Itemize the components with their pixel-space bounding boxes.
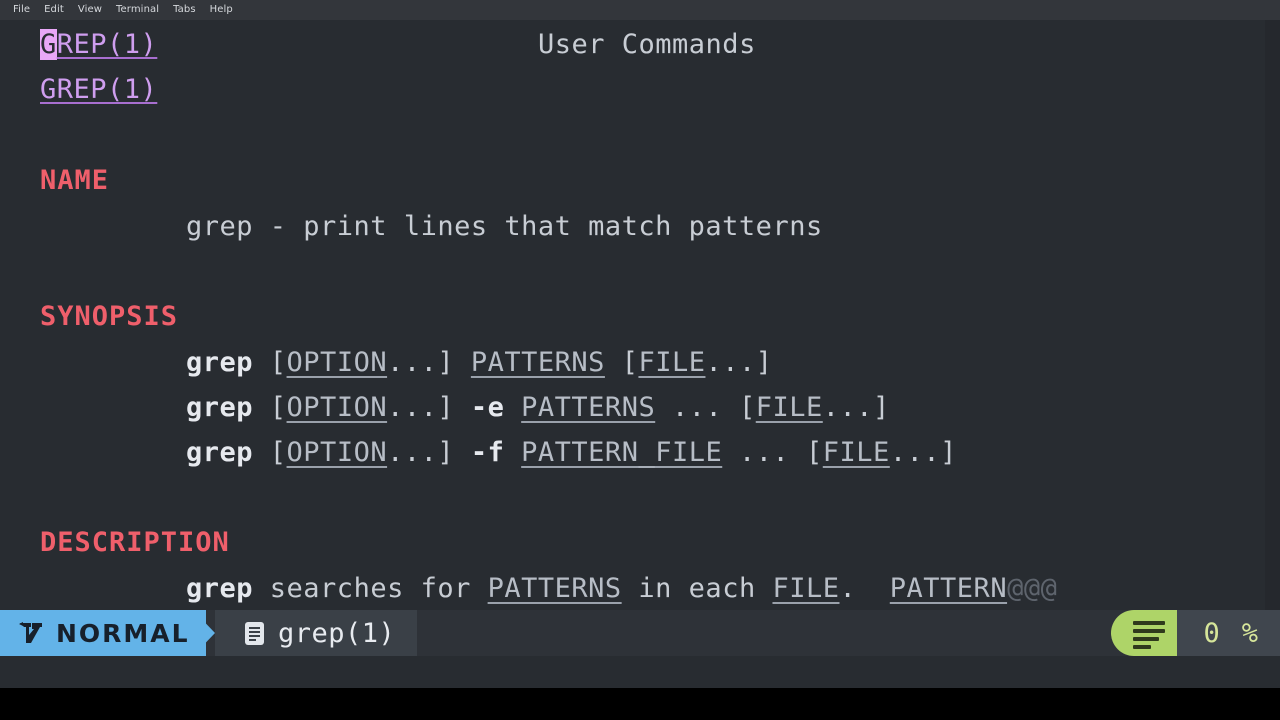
synopsis-punct-mid: ... [ bbox=[655, 392, 756, 423]
manpage-header-center: User Commands bbox=[538, 29, 756, 60]
bottom-letterbox bbox=[0, 688, 1280, 720]
synopsis-flag: -f bbox=[470, 437, 522, 468]
synopsis-command: grep bbox=[186, 392, 254, 423]
vim-logo-icon bbox=[18, 621, 44, 645]
synopsis-arg: PATTERNS bbox=[521, 392, 656, 423]
description-patterns: PATTERNS bbox=[487, 573, 622, 604]
terminal-window: File Edit View Terminal Tabs Help GREP(1… bbox=[0, 0, 1280, 688]
synopsis-punct-mid: [ bbox=[604, 347, 639, 378]
manpage-viewport[interactable]: GREP(1) User Commands GREP(1) NAME grep … bbox=[0, 20, 1265, 610]
synopsis-arg: PATTERN_FILE bbox=[521, 437, 723, 468]
statusline-position-value: 0 bbox=[1203, 617, 1220, 649]
command-line[interactable] bbox=[0, 656, 1280, 688]
synopsis-usage-line: grep [OPTION...] -f PATTERN_FILE ... [FI… bbox=[186, 438, 957, 468]
description-text-3: . bbox=[839, 573, 890, 604]
section-heading-synopsis: SYNOPSIS bbox=[40, 301, 179, 332]
description-pattern: PATTERN bbox=[889, 573, 1008, 604]
statusline-mode-segment: NORMAL bbox=[0, 610, 206, 656]
menubar: File Edit View Terminal Tabs Help bbox=[0, 0, 1280, 20]
synopsis-punct-close: ...] bbox=[822, 392, 890, 423]
description-file: FILE bbox=[772, 573, 840, 604]
menu-item-edit[interactable]: Edit bbox=[37, 0, 71, 20]
text-cursor: G bbox=[40, 29, 57, 60]
description-body-line: grep searches for PATTERNS in each FILE.… bbox=[186, 574, 1057, 604]
synopsis-punct-close: ...] bbox=[889, 437, 957, 468]
synopsis-ellipsis-1: ...] bbox=[387, 437, 471, 468]
section-heading-name: NAME bbox=[40, 165, 110, 196]
synopsis-punct-mid: ... [ bbox=[722, 437, 823, 468]
synopsis-command: grep bbox=[186, 437, 254, 468]
synopsis-file: FILE bbox=[822, 437, 890, 468]
manpage-header-right: GREP(1) bbox=[40, 74, 158, 105]
synopsis-file: FILE bbox=[755, 392, 823, 423]
statusline-position-unit: % bbox=[1241, 617, 1258, 649]
synopsis-option: OPTION bbox=[286, 347, 388, 378]
synopsis-ellipsis-1: ...] bbox=[387, 392, 471, 423]
manpage-header-left: REP(1) bbox=[56, 29, 158, 60]
menu-item-view[interactable]: View bbox=[71, 0, 109, 20]
document-icon bbox=[245, 621, 264, 645]
synopsis-option: OPTION bbox=[286, 437, 388, 468]
description-text-2: in each bbox=[621, 573, 773, 604]
section-heading-description: DESCRIPTION bbox=[40, 527, 230, 558]
synopsis-option: OPTION bbox=[286, 392, 388, 423]
align-lines-icon bbox=[1111, 610, 1178, 656]
synopsis-command: grep bbox=[186, 347, 254, 378]
synopsis-flag: -e bbox=[470, 392, 522, 423]
statusline: NORMAL grep(1) 0 % bbox=[0, 610, 1280, 656]
menu-item-terminal[interactable]: Terminal bbox=[109, 0, 166, 20]
statusline-right-group: 0 % bbox=[1111, 610, 1280, 656]
synopsis-punct-open: [ bbox=[253, 392, 287, 423]
statusline-filename: grep(1) bbox=[278, 617, 396, 649]
statusline-mode-separator bbox=[193, 610, 215, 656]
statusline-position-segment: 0 % bbox=[1177, 610, 1280, 656]
statusline-mode-label: NORMAL bbox=[56, 618, 190, 648]
synopsis-ellipsis-1: ...] bbox=[387, 347, 471, 378]
synopsis-punct-open: [ bbox=[253, 347, 287, 378]
description-text-1: searches for bbox=[253, 573, 488, 604]
manpage-header-line-1: GREP(1) bbox=[40, 29, 158, 60]
statusline-file-segment: grep(1) bbox=[215, 610, 418, 656]
synopsis-file: FILE bbox=[638, 347, 706, 378]
synopsis-punct-open: [ bbox=[253, 437, 287, 468]
description-command: grep bbox=[186, 573, 254, 604]
section-body-name: grep - print lines that match patterns bbox=[186, 211, 823, 242]
line-overflow-marker: @@@ bbox=[1007, 573, 1058, 604]
menu-item-tabs[interactable]: Tabs bbox=[166, 0, 203, 20]
synopsis-punct-close: ...] bbox=[705, 347, 773, 378]
viewport-right-edge bbox=[1265, 20, 1280, 610]
synopsis-usage-line: grep [OPTION...] PATTERNS [FILE...] bbox=[186, 348, 773, 378]
synopsis-usage-line: grep [OPTION...] -e PATTERNS ... [FILE..… bbox=[186, 393, 890, 423]
menu-item-file[interactable]: File bbox=[6, 0, 37, 20]
menu-item-help[interactable]: Help bbox=[203, 0, 240, 20]
synopsis-arg: PATTERNS bbox=[470, 347, 605, 378]
